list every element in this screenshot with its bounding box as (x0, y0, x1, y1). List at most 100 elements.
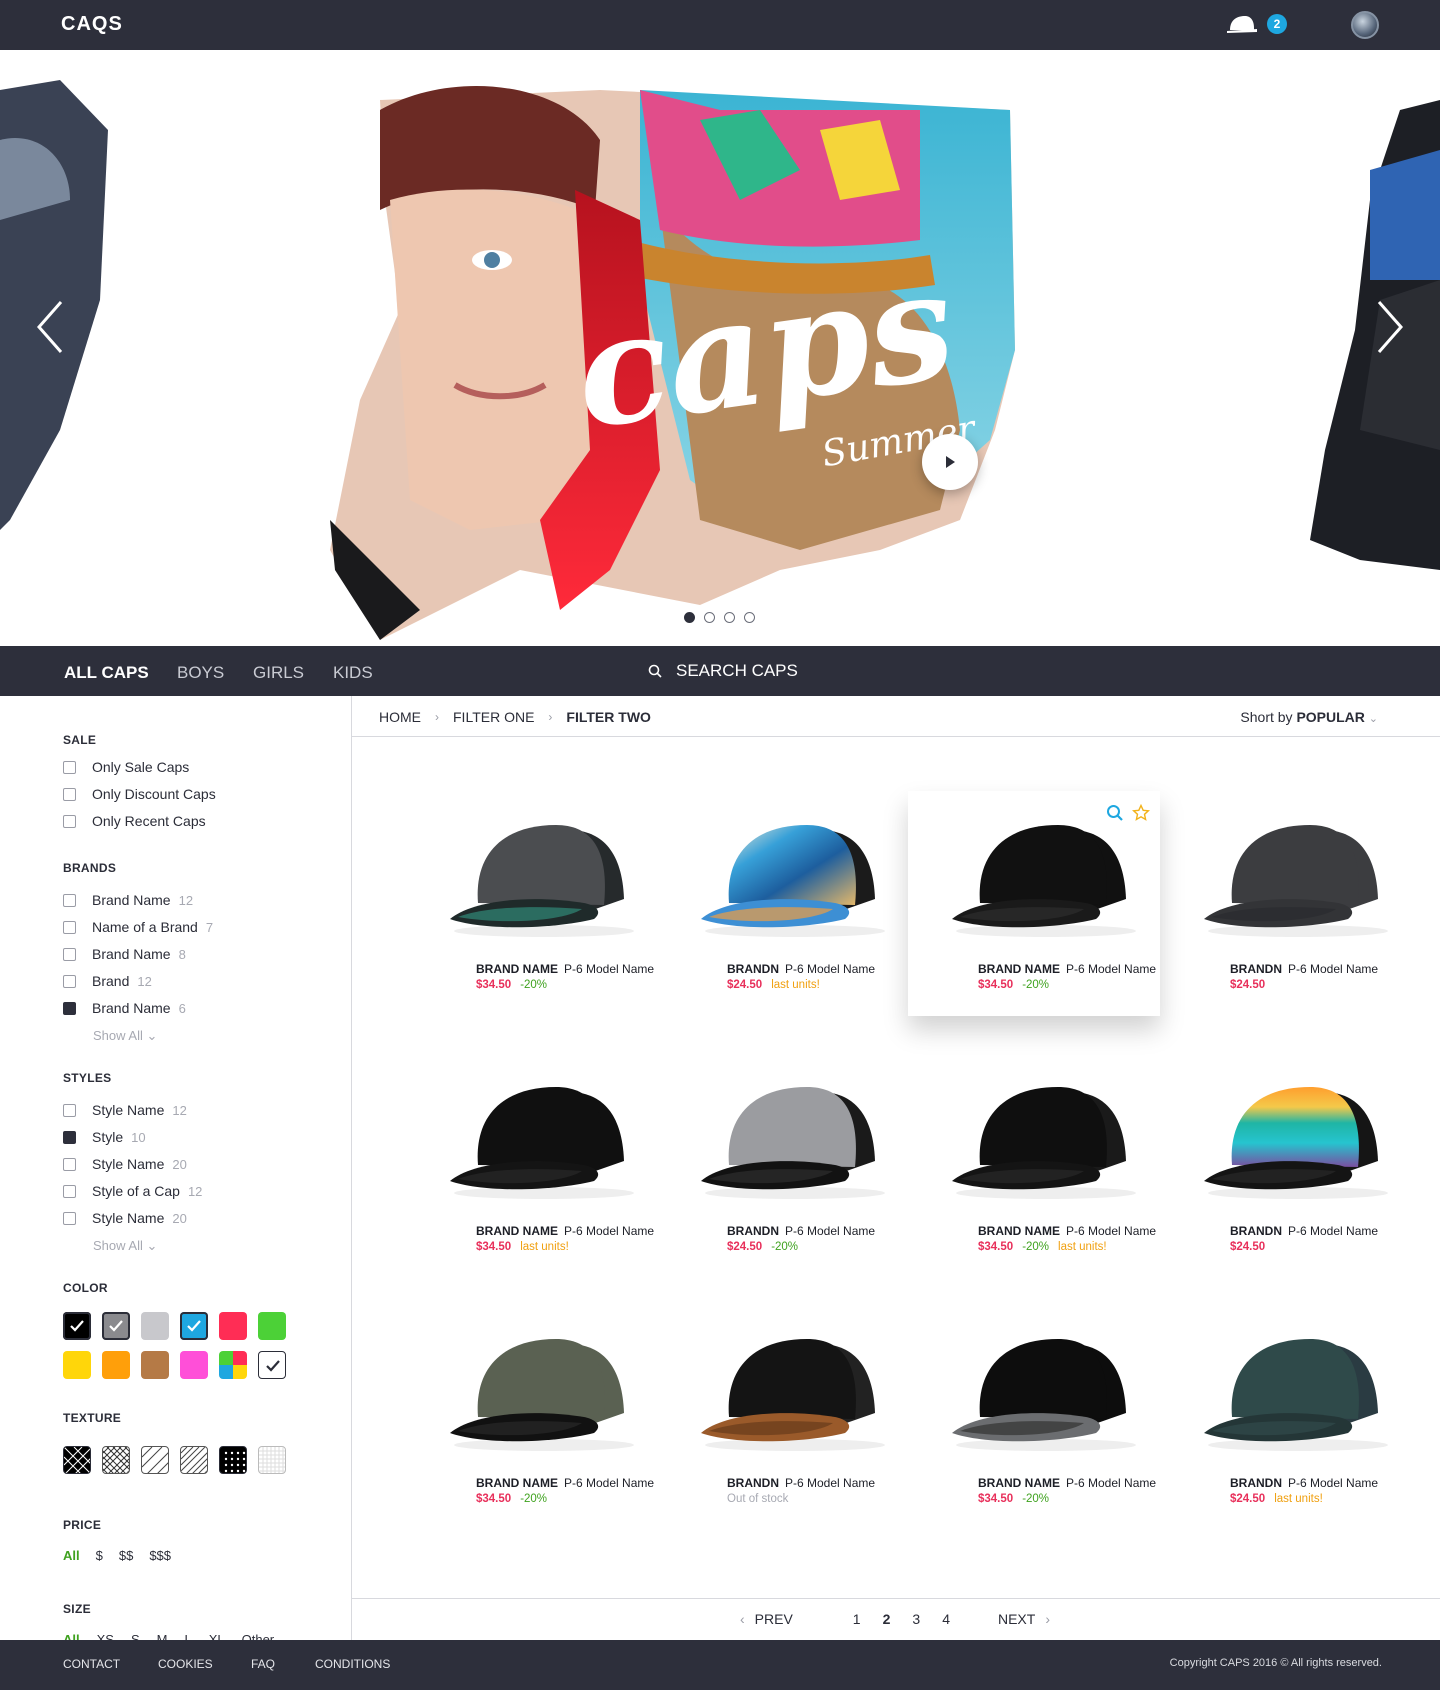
product-card[interactable]: BRAND NAME P-6 Model Name $34.50 -20% (908, 1305, 1160, 1530)
filter-option[interactable]: Style Name 20 (63, 1210, 187, 1226)
logo[interactable]: CAQS (61, 13, 123, 36)
product-card[interactable]: BRAND NAME P-6 Model Name $34.50 last units… (406, 1053, 658, 1278)
product-card[interactable]: BRANDN P-6 Model Name $24.50 last units! (1160, 1305, 1412, 1530)
product-card[interactable]: BRANDN P-6 Model Name $24.50 -20% (657, 1053, 909, 1278)
user-avatar[interactable] (1351, 11, 1379, 39)
chevron-right-icon[interactable]: › (1045, 1611, 1050, 1627)
prev-button[interactable]: PREV (755, 1611, 793, 1627)
texture-cross-hatch[interactable] (63, 1446, 91, 1474)
texture-dense-diagonal[interactable] (180, 1446, 208, 1474)
cap-image[interactable] (946, 803, 1146, 943)
checkbox[interactable] (63, 1103, 76, 1117)
checkbox[interactable] (63, 974, 76, 988)
filter-option[interactable]: Brand Name 6 (63, 1000, 186, 1016)
product-card[interactable]: BRAND NAME P-6 Model Name $34.50 -20% (406, 791, 658, 1016)
cap-image[interactable] (946, 1065, 1146, 1205)
color-swatch[interactable] (102, 1351, 130, 1379)
checkbox[interactable] (63, 1184, 76, 1198)
cap-image[interactable] (1198, 1317, 1398, 1457)
filter-option[interactable]: Brand Name 8 (63, 946, 186, 962)
checkbox-checked[interactable] (63, 1001, 76, 1015)
filter-option[interactable]: Only Recent Caps (63, 813, 206, 829)
play-button[interactable] (922, 434, 978, 490)
checkbox[interactable] (63, 947, 76, 961)
checkbox[interactable] (63, 1211, 76, 1225)
tab-boys[interactable]: BOYS (177, 663, 224, 683)
cap-image[interactable] (1198, 1065, 1398, 1205)
breadcrumb-home[interactable]: HOME (379, 709, 421, 725)
cap-image[interactable] (695, 803, 895, 943)
carousel-dot[interactable] (684, 612, 695, 623)
filter-option[interactable]: Style Name 12 (63, 1102, 187, 1118)
checkbox-checked[interactable] (63, 1130, 76, 1144)
color-swatch[interactable] (141, 1351, 169, 1379)
color-swatch[interactable] (180, 1351, 208, 1379)
tab-kids[interactable]: KIDS (333, 663, 373, 683)
color-swatch[interactable] (219, 1312, 247, 1340)
texture-diamond-grid[interactable] (102, 1446, 130, 1474)
footer-link-faq[interactable]: FAQ (251, 1657, 275, 1671)
checkbox[interactable] (63, 893, 76, 907)
filter-option[interactable]: Brand 12 (63, 973, 152, 989)
chevron-left-icon[interactable] (33, 298, 67, 356)
cart-count-badge[interactable]: 2 (1267, 14, 1287, 34)
next-button[interactable]: NEXT (998, 1611, 1035, 1627)
sort-dropdown[interactable]: Short by POPULAR ⌄ (1240, 709, 1378, 725)
show-all-styles[interactable]: Show All ⌄ (93, 1238, 157, 1254)
color-swatch[interactable] (141, 1312, 169, 1340)
show-all-brands[interactable]: Show All ⌄ (93, 1028, 157, 1044)
cap-image[interactable] (695, 1317, 895, 1457)
color-swatch[interactable] (63, 1312, 91, 1340)
color-swatch[interactable] (63, 1351, 91, 1379)
footer-link-cookies[interactable]: COOKIES (158, 1657, 213, 1671)
search-field[interactable]: SEARCH CAPS (648, 661, 798, 681)
filter-option[interactable]: Only Discount Caps (63, 786, 216, 802)
price-option[interactable]: $$ (119, 1548, 133, 1563)
product-card[interactable]: BRANDN P-6 Model Name $24.50 (1160, 1053, 1412, 1278)
cap-image[interactable] (946, 1317, 1146, 1457)
checkbox[interactable] (63, 787, 76, 801)
color-swatch[interactable] (102, 1312, 130, 1340)
filter-option[interactable]: Style 10 (63, 1129, 146, 1145)
cap-image[interactable] (1198, 803, 1398, 943)
color-swatch[interactable] (258, 1312, 286, 1340)
texture-dots[interactable] (219, 1446, 247, 1474)
tab-girls[interactable]: GIRLS (253, 663, 304, 683)
checkbox[interactable] (63, 814, 76, 828)
checkbox[interactable] (63, 920, 76, 934)
checkbox[interactable] (63, 760, 76, 774)
product-card[interactable]: BRAND NAME P-6 Model Name $34.50 -20% (908, 791, 1160, 1016)
footer-link-conditions[interactable]: CONDITIONS (315, 1657, 390, 1671)
price-option[interactable]: $ (96, 1548, 103, 1563)
cap-icon[interactable] (1226, 13, 1260, 37)
texture-diagonal-lines[interactable] (141, 1446, 169, 1474)
color-swatch[interactable] (258, 1351, 286, 1379)
carousel-dot[interactable] (744, 612, 755, 623)
product-card[interactable]: BRANDN P-6 Model Name Out of stock (657, 1305, 909, 1530)
color-swatch[interactable] (180, 1312, 208, 1340)
product-card[interactable]: BRANDN P-6 Model Name $24.50 last units! (657, 791, 909, 1016)
carousel-dot[interactable] (704, 612, 715, 623)
cap-image[interactable] (444, 1065, 644, 1205)
filter-option[interactable]: Name of a Brand 7 (63, 919, 213, 935)
color-swatch[interactable] (219, 1351, 247, 1379)
product-card[interactable]: BRAND NAME P-6 Model Name $34.50 -20% (406, 1305, 658, 1530)
footer-link-contact[interactable]: CONTACT (63, 1657, 120, 1671)
texture-fine-grid[interactable] (258, 1446, 286, 1474)
star-icon[interactable] (1132, 804, 1150, 822)
chevron-right-icon[interactable] (1373, 298, 1407, 356)
breadcrumb-item[interactable]: FILTER ONE (453, 709, 534, 725)
page-link-current[interactable]: 2 (883, 1611, 891, 1627)
price-option-all[interactable]: All (63, 1548, 80, 1563)
product-card[interactable]: BRAND NAME P-6 Model Name $34.50 -20% last u… (908, 1053, 1160, 1278)
product-card[interactable]: BRANDN P-6 Model Name $24.50 (1160, 791, 1412, 1016)
carousel-dot[interactable] (724, 612, 735, 623)
chevron-left-icon[interactable]: ‹ (740, 1611, 745, 1627)
cap-image[interactable] (444, 803, 644, 943)
cap-image[interactable] (695, 1065, 895, 1205)
checkbox[interactable] (63, 1157, 76, 1171)
filter-option[interactable]: Style Name 20 (63, 1156, 187, 1172)
filter-option[interactable]: Brand Name 12 (63, 892, 193, 908)
page-link[interactable]: 4 (942, 1611, 950, 1627)
page-link[interactable]: 1 (853, 1611, 861, 1627)
